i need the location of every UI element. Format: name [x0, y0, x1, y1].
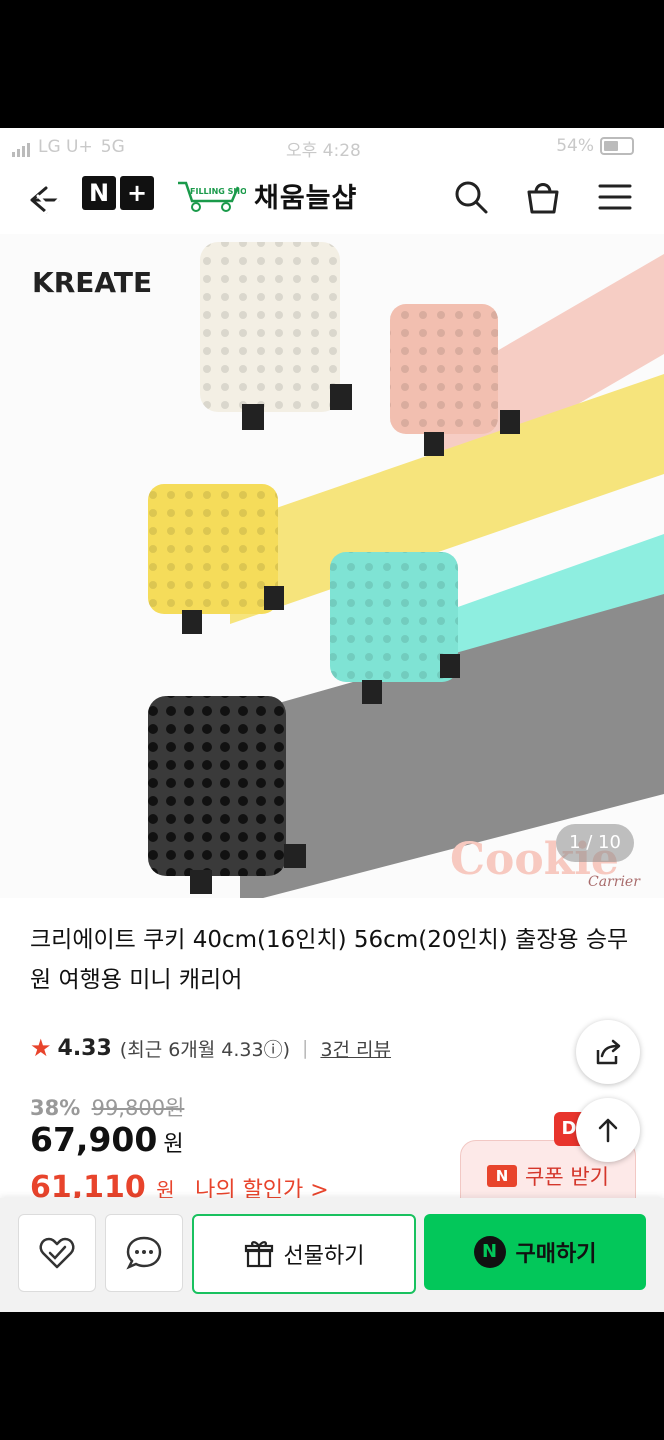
arrow-up-icon — [598, 1118, 618, 1143]
white-suitcase-image — [200, 242, 352, 430]
product-image: KREATE Cookie Carrier — [32, 242, 664, 898]
gift-icon — [244, 1241, 273, 1268]
scroll-top-button[interactable] — [576, 1098, 640, 1162]
discount-row: 38% 99,800원 — [30, 1092, 184, 1122]
shopping-cart-logo-icon: FILLING SHOP — [178, 181, 246, 212]
carrier-watermark: Carrier — [588, 874, 641, 890]
original-price: 99,800원 — [91, 1096, 185, 1120]
gift-button[interactable]: 선물하기 — [192, 1214, 416, 1294]
coupon-label: 쿠폰 받기 — [525, 1165, 609, 1189]
battery-percent: 54% — [556, 136, 594, 156]
yellow-suitcase-image — [148, 484, 284, 634]
wishlist-button[interactable] — [18, 1214, 96, 1292]
plus-badge: + — [120, 176, 154, 210]
brand-logo: KREATE — [32, 266, 152, 299]
discount-rate: 38% — [30, 1096, 81, 1120]
search-icon[interactable] — [452, 178, 490, 216]
buy-label: 구매하기 — [515, 1242, 597, 1267]
price-value: 67,900 — [30, 1120, 158, 1159]
chat-icon — [126, 1236, 162, 1270]
star-icon: ★ — [30, 1034, 52, 1062]
menu-icon[interactable] — [596, 178, 634, 216]
product-image-carousel[interactable]: KREATE Cookie Carrier — [0, 234, 664, 898]
status-bar: LG U+ 5G 오후 4:28 54% — [0, 128, 664, 166]
signal-icon — [12, 143, 30, 157]
battery-icon — [600, 137, 634, 155]
n-badge: N — [82, 176, 116, 210]
gift-label: 선물하기 — [283, 1244, 365, 1269]
store-name: 채움늘샵 — [254, 183, 358, 214]
clock: 오후 4:28 — [286, 141, 361, 161]
network-label: 5G — [100, 137, 125, 157]
buy-button[interactable]: N 구매하기 — [424, 1214, 646, 1290]
coupon-n-badge: N — [487, 1165, 518, 1187]
store-link[interactable]: FILLING SHOP 채움늘샵 — [176, 176, 357, 215]
divider: | — [302, 1037, 309, 1059]
top-navigation: N + FILLING SHOP 채움늘샵 — [0, 166, 664, 228]
app-screen: LG U+ 5G 오후 4:28 54% N + FILLING SHOP 채움… — [0, 128, 664, 1312]
bottom-action-bar: 선물하기 N 구매하기 — [0, 1198, 664, 1312]
close-icon[interactable] — [30, 188, 70, 228]
store-logo-text: FILLING SHOP — [190, 187, 246, 196]
rating-score: 4.33 — [57, 1035, 112, 1061]
image-counter: 1 / 10 — [556, 824, 634, 862]
naver-plus-logo[interactable]: N + — [82, 176, 154, 210]
price-unit: 원 — [163, 1132, 184, 1157]
share-button[interactable] — [576, 1020, 640, 1084]
shopping-bag-icon[interactable] — [524, 178, 562, 216]
product-title: 크리에이트 쿠키 40cm(16인치) 56cm(20인치) 출장용 승무원 여… — [30, 927, 629, 993]
talk-button[interactable] — [105, 1214, 183, 1292]
carrier-label: LG U+ — [38, 137, 93, 157]
heart-check-icon — [39, 1237, 75, 1269]
share-icon — [596, 1039, 621, 1065]
sale-price: 67,900 원 — [30, 1120, 184, 1159]
rating-row: ★ 4.33 (최근 6개월 4.33 ⓘ) | 3건 리뷰 — [30, 1034, 391, 1062]
mint-suitcase-image — [330, 552, 460, 704]
review-link[interactable]: 3건 리뷰 — [320, 1035, 391, 1062]
naver-pay-icon: N — [473, 1236, 506, 1268]
rating-info-icon[interactable]: ⓘ) — [264, 1035, 290, 1062]
black-suitcase-image — [148, 696, 306, 894]
rating-recent: (최근 6개월 4.33 — [119, 1038, 264, 1061]
